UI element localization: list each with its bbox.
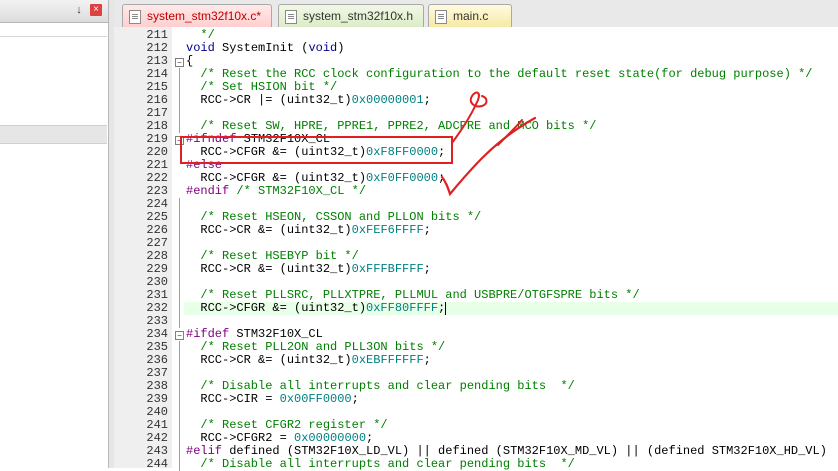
code-token: #ifndef (186, 132, 237, 146)
tab-main-c[interactable]: main.c (428, 4, 512, 27)
code-token: 0xFFFBFFFF (351, 262, 424, 276)
code-token: void (308, 41, 338, 55)
panel-divider (0, 36, 107, 37)
code-token: */ (186, 28, 215, 42)
code-token: ) (337, 41, 345, 55)
editor-tabstrip: system_stm32f10x.c* system_stm32f10x.h m… (114, 0, 838, 28)
code-token: SystemInit ( (214, 41, 309, 55)
code-token: 0xF8FF0000 (366, 145, 439, 159)
code-token: defined (STM32F10X_LD_VL) || defined (ST… (222, 444, 827, 458)
code-token: RCC->CR &= (uint32_t) (186, 223, 352, 237)
code-line[interactable]: RCC->CR &= (uint32_t)0xFEF6FFFF; (186, 223, 431, 237)
code-token: #elif (186, 444, 223, 458)
file-icon (129, 10, 141, 24)
code-token: /* Reset PLLSRC, PLLXTPRE, PLLMUL and US… (186, 288, 640, 302)
file-icon (285, 10, 297, 24)
code-line[interactable]: RCC->CR &= (uint32_t)0xEBFFFFFF; (186, 353, 431, 367)
code-token: ; (438, 301, 446, 315)
tab-system-stm32f10x-c[interactable]: system_stm32f10x.c* (122, 4, 272, 27)
code-token: STM32F10X_CL (229, 327, 323, 341)
code-token: ; (423, 262, 431, 276)
code-token: /* Reset HSEBYP bit */ (186, 249, 359, 263)
code-token: ; (423, 353, 431, 367)
code-token: ; (438, 171, 446, 185)
project-tree-selected-row[interactable] (0, 125, 107, 144)
code-token: 0x00000001 (351, 93, 424, 107)
code-token: /* Reset SW, HPRE, PPRE1, PPRE2, ADCPRE … (186, 119, 597, 133)
fold-toggle-icon[interactable]: − (175, 331, 184, 340)
code-token: /* Reset CFGR2 register */ (186, 418, 388, 432)
code-token: /* Disable all interrupts and clear pend… (186, 457, 575, 471)
code-token: void (186, 41, 215, 55)
code-token: #endif (186, 184, 230, 198)
code-token: RCC->CFGR &= (uint32_t) (186, 171, 367, 185)
code-token: 0x00FF0000 (279, 392, 352, 406)
tab-label: main.c (453, 9, 489, 23)
code-line[interactable]: /* Disable all interrupts and clear pend… (186, 457, 575, 471)
pin-icon[interactable]: ↓ (72, 3, 86, 17)
code-token: ; (423, 93, 431, 107)
code-token: /* STM32F10X_CL */ (229, 184, 367, 198)
code-token: /* Reset HSEON, CSSON and PLLON bits */ (186, 210, 482, 224)
code-token: ; (438, 145, 446, 159)
code-token: RCC->CR &= (uint32_t) (186, 353, 352, 367)
code-token: { (186, 54, 194, 68)
code-token: RCC->CFGR &= (uint32_t) (186, 301, 367, 315)
code-line[interactable]: #endif /* STM32F10X_CL */ (186, 185, 366, 198)
project-panel: ↓ × (0, 0, 109, 468)
fold-guide (179, 198, 180, 328)
code-token: RCC->CR |= (uint32_t) (186, 93, 352, 107)
fold-margin (172, 27, 184, 468)
code-line[interactable]: RCC->CIR = 0x00FF0000; (186, 392, 359, 406)
code-token: 0xEBFFFFFF (351, 353, 424, 367)
code-token: ; (366, 431, 374, 445)
code-token: ; (351, 392, 359, 406)
code-token: #ifdef (186, 327, 230, 341)
fold-guide (179, 68, 180, 133)
project-panel-titlebar: ↓ × (0, 0, 108, 23)
code-token: #else (186, 158, 223, 172)
code-line[interactable]: RCC->CFGR &= (uint32_t)0xFF80FFFF; (186, 301, 447, 315)
tab-label: system_stm32f10x.c* (147, 9, 262, 23)
code-token: STM32F10X_CL (236, 132, 331, 146)
text-cursor (445, 302, 447, 315)
code-line[interactable]: RCC->CR &= (uint32_t)0xFFFBFFFF; (186, 262, 431, 276)
code-token: /* Set HSION bit */ (186, 80, 338, 94)
code-editor[interactable]: 211 212 213 214 215 216 217 218 219 220 221 222 223 2… (114, 27, 838, 471)
code-line[interactable]: RCC->CFGR &= (uint32_t)0xF8FF0000; (186, 146, 445, 159)
code-token: RCC->CIR = (186, 392, 280, 406)
code-token: RCC->CFGR &= (uint32_t) (186, 145, 367, 159)
tab-system-stm32f10x-h[interactable]: system_stm32f10x.h (278, 4, 424, 27)
code-token: /* Disable all interrupts and clear pend… (186, 379, 575, 393)
code-token: RCC->CFGR2 = (186, 431, 295, 445)
file-icon (435, 10, 447, 24)
line-number: 244 (146, 457, 168, 471)
tab-label: system_stm32f10x.h (303, 9, 414, 23)
code-line[interactable]: void SystemInit (void) (186, 42, 344, 55)
code-token: 0xFEF6FFFF (351, 223, 424, 237)
fold-guide (179, 341, 180, 471)
code-token: /* Reset PLL2ON and PLL3ON bits */ (186, 340, 446, 354)
fold-toggle-icon[interactable]: − (175, 58, 184, 67)
fold-toggle-icon[interactable]: − (175, 136, 184, 145)
code-token: ; (423, 223, 431, 237)
close-icon[interactable]: × (90, 4, 102, 16)
code-token: 0x00000000 (294, 431, 367, 445)
code-line[interactable]: RCC->CR |= (uint32_t)0x00000001; (186, 93, 431, 107)
code-token: RCC->CR &= (uint32_t) (186, 262, 352, 276)
code-token: 0xFF80FFFF (366, 301, 439, 315)
code-token: 0xF0FF0000 (366, 171, 439, 185)
line-number-gutter: 211 212 213 214 215 216 217 218 219 220 221 222 223 2… (114, 27, 173, 471)
code-token: /* Reset the RCC clock configuration to … (186, 67, 813, 81)
